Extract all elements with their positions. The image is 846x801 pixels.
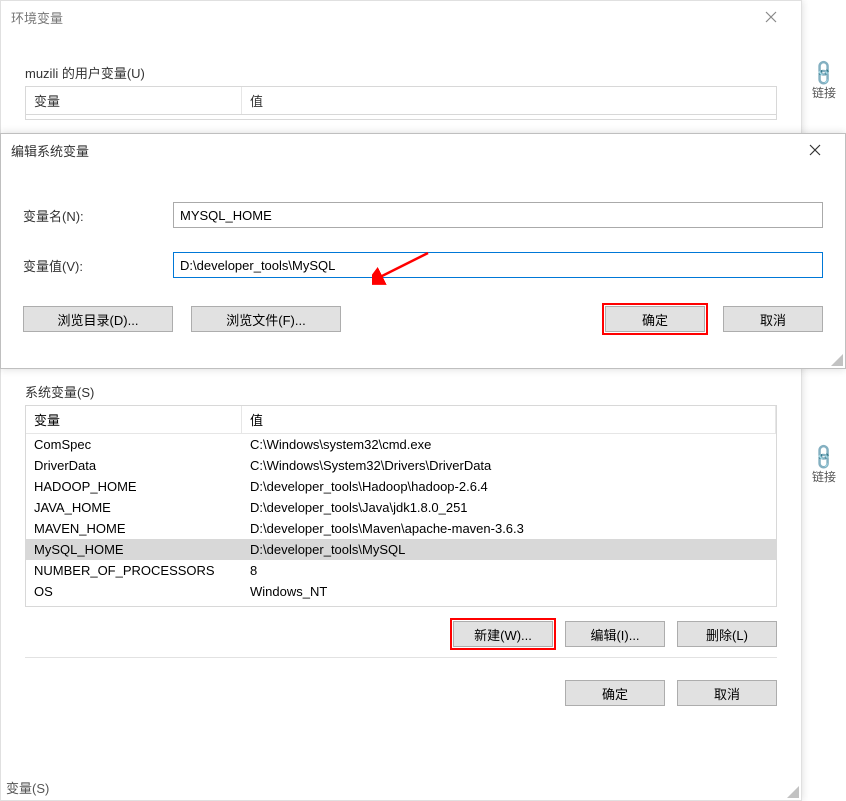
sys-vars-label: 系统变量(S) [25, 382, 801, 401]
edit-cancel-button[interactable]: 取消 [723, 306, 823, 332]
table-row-selected: MySQL_HOMED:\developer_tools\MySQL [26, 539, 776, 560]
sys-table-header: 变量 值 [26, 406, 776, 434]
user-table-body[interactable] [25, 114, 777, 120]
sys-table: 变量 值 ComSpecC:\Windows\system32\cmd.exe … [25, 405, 777, 607]
env-bottom-button-row: 确定 取消 [25, 680, 777, 706]
edit-button[interactable]: 编辑(I)... [565, 621, 665, 647]
delete-button[interactable]: 删除(L) [677, 621, 777, 647]
close-icon[interactable] [795, 134, 835, 166]
edit-ok-button[interactable]: 确定 [605, 306, 705, 332]
sys-button-row: 新建(W)... 编辑(I)... 删除(L) [25, 621, 777, 647]
table-row: OSWindows_NT [26, 581, 776, 602]
resize-grip-icon[interactable] [785, 784, 799, 798]
table-row: MAVEN_HOMED:\developer_tools\Maven\apach… [26, 518, 776, 539]
env-title: 环境变量 [11, 8, 63, 27]
env-variables-window: 环境变量 muzili 的用户变量(U) 变量 值 系统变量(S) 变量 值 C… [0, 0, 802, 801]
col-header-val[interactable]: 值 [242, 87, 776, 114]
user-table-header: 变量 值 [25, 86, 777, 114]
edit-titlebar: 编辑系统变量 [1, 134, 845, 166]
close-icon[interactable] [751, 1, 791, 33]
sys-col-val[interactable]: 值 [242, 406, 776, 433]
table-row: JAVA_HOMED:\developer_tools\Java\jdk1.8.… [26, 497, 776, 518]
edit-title: 编辑系统变量 [11, 141, 89, 160]
name-input[interactable] [173, 202, 823, 228]
table-row: NUMBER_OF_PROCESSORS8 [26, 560, 776, 581]
env-cancel-button[interactable]: 取消 [677, 680, 777, 706]
side-link-item-2[interactable]: 🔗 链接 [802, 444, 846, 488]
value-input[interactable] [173, 252, 823, 278]
new-button[interactable]: 新建(W)... [453, 621, 553, 647]
value-label: 变量值(V): [23, 256, 173, 275]
partial-bottom-label: 变量(S) [0, 774, 200, 801]
env-titlebar: 环境变量 [1, 1, 801, 33]
value-field-row: 变量值(V): [23, 252, 823, 278]
resize-grip-icon[interactable] [829, 352, 843, 366]
table-row: ComSpecC:\Windows\system32\cmd.exe [26, 434, 776, 455]
sys-table-body[interactable]: ComSpecC:\Windows\system32\cmd.exe Drive… [26, 434, 776, 606]
name-label: 变量名(N): [23, 206, 173, 225]
col-header-var[interactable]: 变量 [26, 87, 242, 114]
browse-file-button[interactable]: 浏览文件(F)... [191, 306, 341, 332]
edit-system-variable-dialog: 编辑系统变量 变量名(N): 变量值(V): 浏览目录(D)... 浏览文件(F… [0, 133, 846, 369]
sys-col-var[interactable]: 变量 [26, 406, 242, 433]
env-ok-button[interactable]: 确定 [565, 680, 665, 706]
user-vars-label: muzili 的用户变量(U) [25, 63, 801, 82]
table-row: HADOOP_HOMED:\developer_tools\Hadoop\had… [26, 476, 776, 497]
name-field-row: 变量名(N): [23, 202, 823, 228]
table-row: DriverDataC:\Windows\System32\Drivers\Dr… [26, 455, 776, 476]
side-link-item[interactable]: 🔗 链接 [802, 60, 846, 104]
browse-dir-button[interactable]: 浏览目录(D)... [23, 306, 173, 332]
